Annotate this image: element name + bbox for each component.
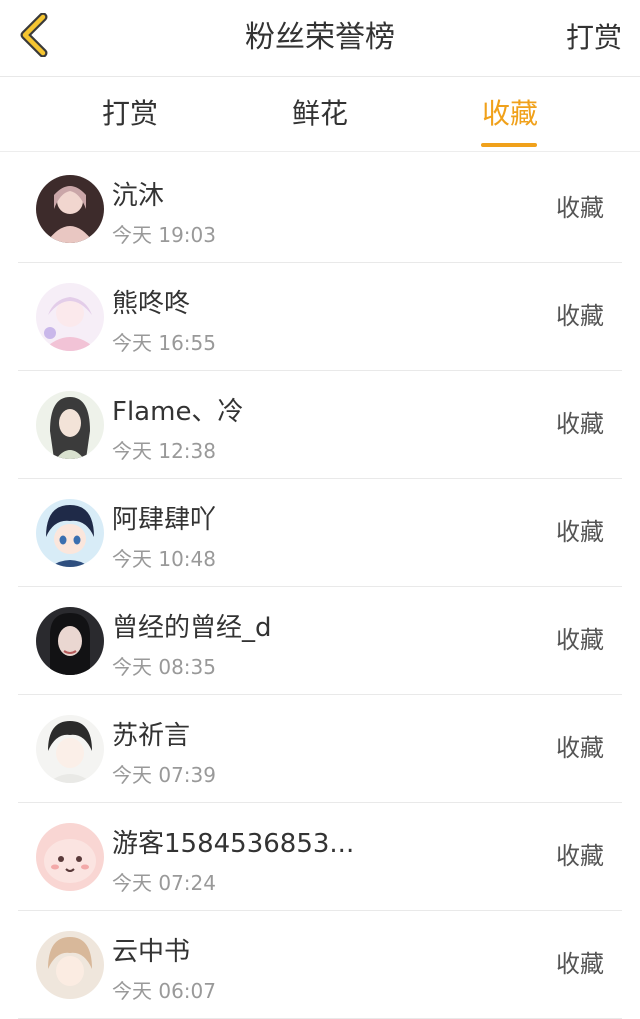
fan-name: 曾经的曾经_d <box>112 613 272 643</box>
tab-active-indicator <box>481 143 537 147</box>
fan-name: Flame、冷 <box>112 397 244 427</box>
action-label: 收藏 <box>556 302 604 330</box>
page-title: 粉丝荣誉榜 <box>245 20 395 55</box>
avatar <box>36 283 104 351</box>
timestamp: 今天 07:24 <box>112 871 216 895</box>
list-item[interactable]: 苏祈言 今天 07:39 收藏 <box>18 695 622 803</box>
fan-name: 阿肆肆吖 <box>112 505 217 535</box>
list-item[interactable]: 沆沐 今天 19:03 收藏 <box>18 155 622 263</box>
tab-tip[interactable]: 打赏 <box>88 77 172 151</box>
tip-button[interactable]: 打赏 <box>566 0 622 76</box>
list-item[interactable]: 游客1584536853... 今天 07:24 收藏 <box>18 803 622 911</box>
top-bar: 粉丝荣誉榜 打赏 <box>0 0 640 77</box>
action-label: 收藏 <box>556 950 604 978</box>
avatar <box>36 499 104 567</box>
fan-list: 沆沐 今天 19:03 收藏 熊咚咚 今天 16:55 收藏 Flame、冷 今… <box>18 155 622 1019</box>
fan-name: 沆沐 <box>112 181 165 211</box>
tab-label: 收藏 <box>481 97 538 130</box>
action-label: 收藏 <box>556 734 604 762</box>
list-item[interactable]: 云中书 今天 06:07 收藏 <box>18 911 622 1019</box>
avatar <box>36 391 104 459</box>
action-label: 收藏 <box>556 842 604 870</box>
fan-name: 熊咚咚 <box>112 289 191 319</box>
tab-label: 打赏 <box>101 97 158 130</box>
timestamp: 今天 16:55 <box>112 331 216 355</box>
avatar <box>36 175 104 243</box>
timestamp: 今天 07:39 <box>112 763 216 787</box>
timestamp: 今天 10:48 <box>112 547 216 571</box>
list-item[interactable]: Flame、冷 今天 12:38 收藏 <box>18 371 622 479</box>
timestamp: 今天 12:38 <box>112 439 216 463</box>
tab-label: 鲜花 <box>291 97 348 130</box>
action-label: 收藏 <box>556 626 604 654</box>
list-item[interactable]: 阿肆肆吖 今天 10:48 收藏 <box>18 479 622 587</box>
fan-name: 云中书 <box>112 937 191 967</box>
avatar <box>36 823 104 891</box>
list-item[interactable]: 熊咚咚 今天 16:55 收藏 <box>18 263 622 371</box>
tab-favorites[interactable]: 收藏 <box>468 77 552 151</box>
timestamp: 今天 19:03 <box>112 223 216 247</box>
avatar <box>36 607 104 675</box>
timestamp: 今天 08:35 <box>112 655 216 679</box>
timestamp: 今天 06:07 <box>112 979 216 1003</box>
tab-bar: 打赏 鲜花 收藏 <box>0 77 640 152</box>
tab-flowers[interactable]: 鲜花 <box>278 77 362 151</box>
action-label: 收藏 <box>556 194 604 222</box>
fan-name: 游客1584536853... <box>112 829 355 859</box>
avatar <box>36 715 104 783</box>
avatar <box>36 931 104 999</box>
fan-name: 苏祈言 <box>112 721 191 751</box>
list-item[interactable]: 曾经的曾经_d 今天 08:35 收藏 <box>18 587 622 695</box>
action-label: 收藏 <box>556 518 604 546</box>
action-label: 收藏 <box>556 410 604 438</box>
